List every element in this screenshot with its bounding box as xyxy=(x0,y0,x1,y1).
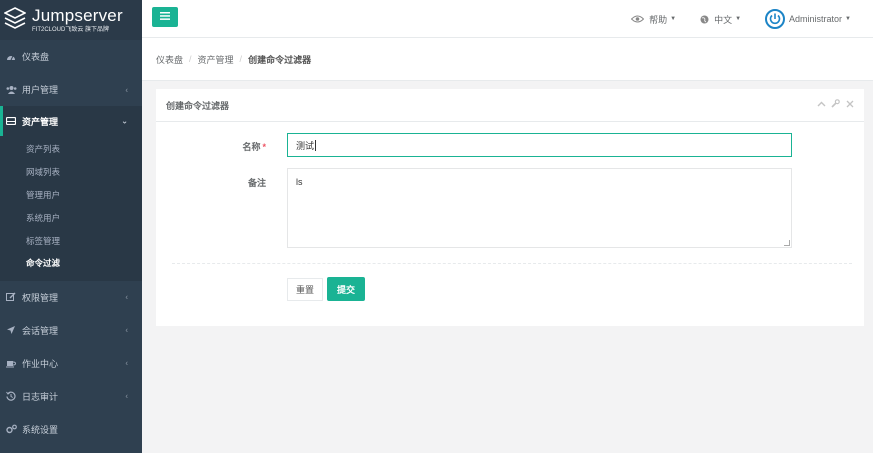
dashboard-icon xyxy=(5,51,17,63)
jumpserver-logo-icon xyxy=(3,7,27,33)
name-input[interactable]: 测试 xyxy=(287,133,792,157)
breadcrumb-current: 创建命令过滤器 xyxy=(248,54,312,65)
user-label: Administrator xyxy=(789,14,843,24)
globe-icon xyxy=(700,15,709,24)
coffee-icon xyxy=(5,357,17,369)
chevron-left-icon: ‹ xyxy=(125,292,128,302)
menu-icon xyxy=(160,12,170,22)
sidebar-item-permissions[interactable]: 权限管理 ‹ xyxy=(0,281,142,314)
power-icon xyxy=(765,9,786,29)
chevron-down-icon: ⌄ xyxy=(121,116,128,126)
brand-title: Jumpserver xyxy=(32,5,123,25)
comment-label-text: 备注 xyxy=(247,178,266,188)
close-icon[interactable] xyxy=(845,99,854,108)
sidebar-item-label: 日志审计 xyxy=(22,391,59,402)
sidebar-item-jobs[interactable]: 作业中心 ‹ xyxy=(0,347,142,380)
gears-icon xyxy=(5,423,17,435)
name-label-text: 名称 xyxy=(242,142,261,152)
breadcrumb-dashboard[interactable]: 仪表盘 xyxy=(156,53,183,66)
submenu-item-domain-list[interactable]: 网域列表 xyxy=(0,161,142,184)
brand-subtitle: FIT2CLOUD飞致云 旗下品牌 xyxy=(32,26,110,33)
sidebar-item-sessions[interactable]: 会话管理 ‹ xyxy=(0,314,142,347)
breadcrumb: 仪表盘 / 资产管理 / 创建命令过滤器 xyxy=(142,38,873,81)
comment-field-label: 备注 xyxy=(226,176,266,189)
panel-header: 创建命令过滤器 xyxy=(156,89,864,122)
name-input-value: 测试 xyxy=(296,140,315,151)
required-mark: * xyxy=(262,142,266,152)
top-navbar: 帮助 ▼ 中文 ▼ Administrator ▼ xyxy=(142,0,873,38)
sidebar-item-label: 用户管理 xyxy=(22,85,59,95)
resize-handle-icon[interactable] xyxy=(784,240,790,246)
sidebar-item-label: 权限管理 xyxy=(22,292,59,303)
breadcrumb-assets[interactable]: 资产管理 xyxy=(198,53,234,66)
sidebar-item-audit-logs[interactable]: 日志审计 ‹ xyxy=(0,380,142,413)
submenu-item-asset-list[interactable]: 资产列表 xyxy=(0,138,142,161)
edit-icon xyxy=(5,291,17,303)
asset-submenu: 资产列表 网域列表 管理用户 系统用户 标签管理 命令过滤 xyxy=(0,136,142,281)
sidebar-item-assets[interactable]: 资产管理 ⌄ xyxy=(0,106,142,136)
chevron-up-icon[interactable] xyxy=(817,99,826,108)
sidebar-toggle-button[interactable] xyxy=(152,7,178,27)
users-icon xyxy=(5,84,17,96)
caret-down-icon: ▼ xyxy=(735,16,742,22)
reset-button[interactable]: 重置 xyxy=(287,278,323,301)
eye-icon xyxy=(631,15,645,23)
rocket-icon xyxy=(5,324,17,336)
sidebar-item-label: 会话管理 xyxy=(22,325,59,336)
language-label: 中文 xyxy=(714,14,733,25)
user-dropdown[interactable]: Administrator ▼ xyxy=(765,9,851,29)
submenu-item-admin-user[interactable]: 管理用户 xyxy=(0,184,142,207)
chevron-left-icon: ‹ xyxy=(125,358,128,368)
submenu-item-system-user[interactable]: 系统用户 xyxy=(0,206,142,229)
form-divider xyxy=(172,263,852,264)
comment-textarea[interactable]: ls xyxy=(287,168,792,248)
chevron-left-icon: ‹ xyxy=(125,391,128,401)
sidebar-item-users[interactable]: 用户管理 ‹ xyxy=(0,73,142,106)
sidebar-item-dashboard[interactable]: 仪表盘 xyxy=(0,40,142,73)
help-label: 帮助 xyxy=(649,14,668,25)
brand-logo[interactable]: Jumpserver FIT2CLOUD飞致云 旗下品牌 xyxy=(0,0,142,40)
sidebar-item-label: 仪表盘 xyxy=(22,52,50,62)
comment-textarea-value: ls xyxy=(296,177,303,187)
submit-button[interactable]: 提交 xyxy=(327,277,365,301)
submenu-item-label-management[interactable]: 标签管理 xyxy=(0,229,142,252)
caret-down-icon: ▼ xyxy=(670,16,677,22)
breadcrumb-separator: / xyxy=(239,54,243,64)
chevron-left-icon: ‹ xyxy=(125,325,128,335)
breadcrumb-separator: / xyxy=(189,54,192,64)
sidebar-item-system-settings[interactable]: 系统设置 xyxy=(0,413,142,446)
language-dropdown[interactable]: 中文 ▼ xyxy=(700,13,741,26)
name-field-label: 名称 * xyxy=(226,140,266,153)
help-dropdown[interactable]: 帮助 ▼ xyxy=(631,13,676,26)
sidebar: Jumpserver FIT2CLOUD飞致云 旗下品牌 仪表盘 用户管理 ‹ … xyxy=(0,0,142,453)
caret-down-icon: ▼ xyxy=(845,16,851,22)
sidebar-item-label: 系统设置 xyxy=(22,424,59,435)
sidebar-item-label: 资产管理 xyxy=(22,116,59,127)
text-cursor xyxy=(315,139,317,151)
chevron-left-icon: ‹ xyxy=(125,85,128,94)
create-command-filter-panel: 创建命令过滤器 名称 * 测试 备注 ls 重置 提交 xyxy=(156,89,864,326)
submenu-item-command-filter[interactable]: 命令过滤 xyxy=(0,252,142,275)
panel-title: 创建命令过滤器 xyxy=(166,100,230,111)
history-icon xyxy=(5,390,17,402)
sidebar-item-label: 作业中心 xyxy=(22,358,59,369)
wrench-icon[interactable] xyxy=(831,99,840,108)
inbox-icon xyxy=(5,115,17,127)
